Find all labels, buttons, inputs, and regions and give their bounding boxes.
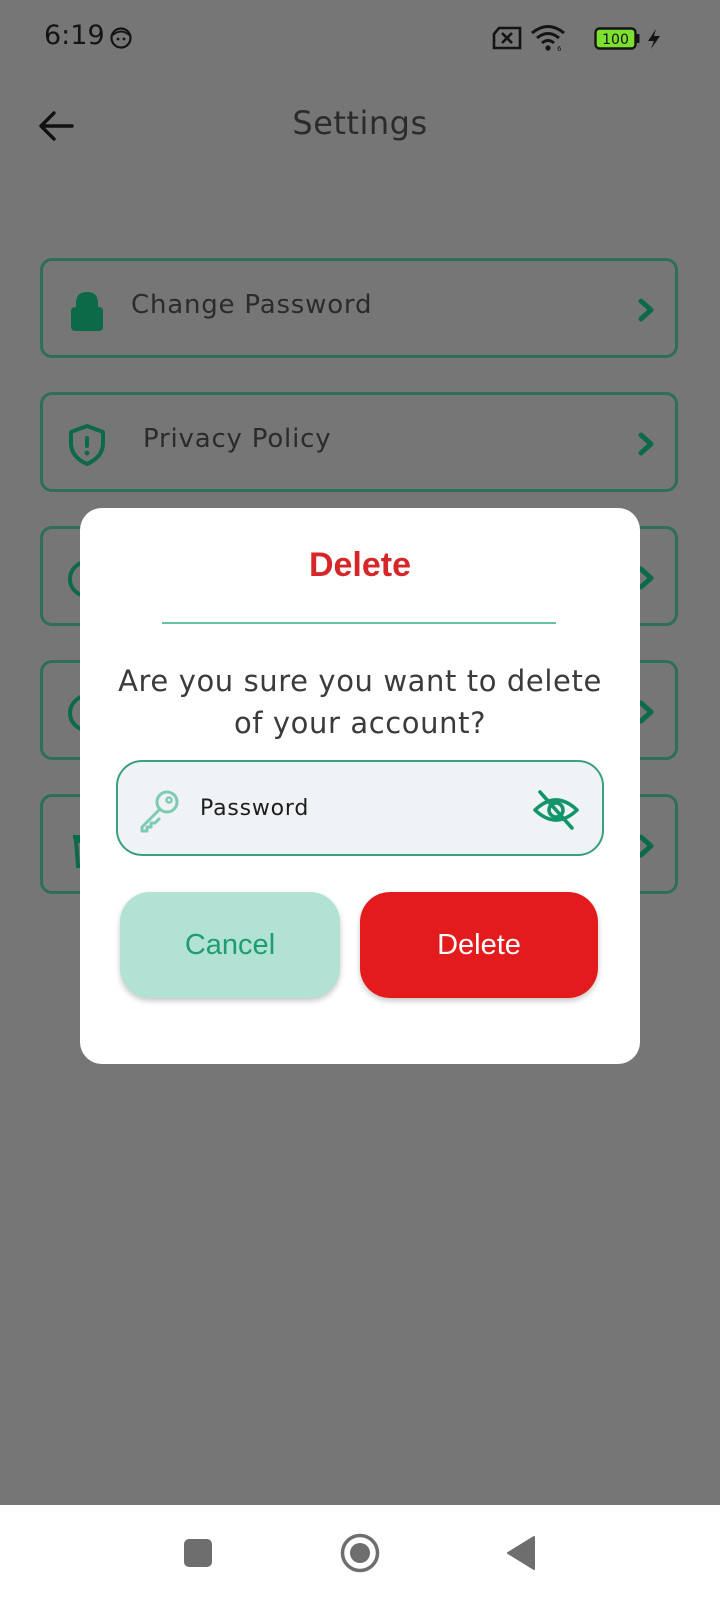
status-bar: 6:19 6 100 — [0, 0, 720, 80]
page-title: Settings — [292, 104, 428, 142]
back-nav-icon[interactable] — [500, 1531, 544, 1575]
settings-item-change-password[interactable]: Change Password — [40, 258, 678, 358]
settings-item-label: Privacy Policy — [143, 424, 332, 454]
svg-text:100: 100 — [602, 32, 629, 48]
eye-off-icon[interactable] — [532, 786, 580, 834]
status-time: 6:19 — [44, 20, 105, 51]
recent-apps-icon[interactable] — [176, 1531, 220, 1575]
settings-item-label: Change Password — [131, 290, 373, 320]
password-field[interactable] — [116, 760, 604, 856]
chevron-right-icon — [638, 298, 654, 322]
settings-item-privacy-policy[interactable]: Privacy Policy — [40, 392, 678, 492]
sim-blocked-icon — [492, 26, 522, 50]
shield-alert-icon — [69, 424, 105, 466]
dialog-divider — [162, 622, 556, 624]
home-icon[interactable] — [338, 1531, 382, 1575]
cancel-button[interactable]: Cancel — [120, 892, 340, 998]
key-icon — [140, 790, 179, 833]
delete-account-dialog: Delete Are you sure you want to delete o… — [80, 508, 640, 1064]
delete-button[interactable]: Delete — [360, 892, 598, 998]
system-navigation-bar — [0, 1505, 720, 1600]
lock-icon — [71, 292, 103, 331]
svg-text:6: 6 — [557, 45, 562, 52]
dialog-title: Delete — [308, 546, 412, 584]
charging-icon — [648, 29, 660, 49]
password-input[interactable] — [200, 788, 500, 828]
face-notification-icon — [110, 27, 132, 49]
chevron-right-icon — [638, 432, 654, 456]
wifi-icon: 6 — [531, 25, 565, 52]
battery-icon: 100 — [594, 27, 640, 50]
dialog-message: Are you sure you want to delete of your … — [118, 664, 602, 740]
